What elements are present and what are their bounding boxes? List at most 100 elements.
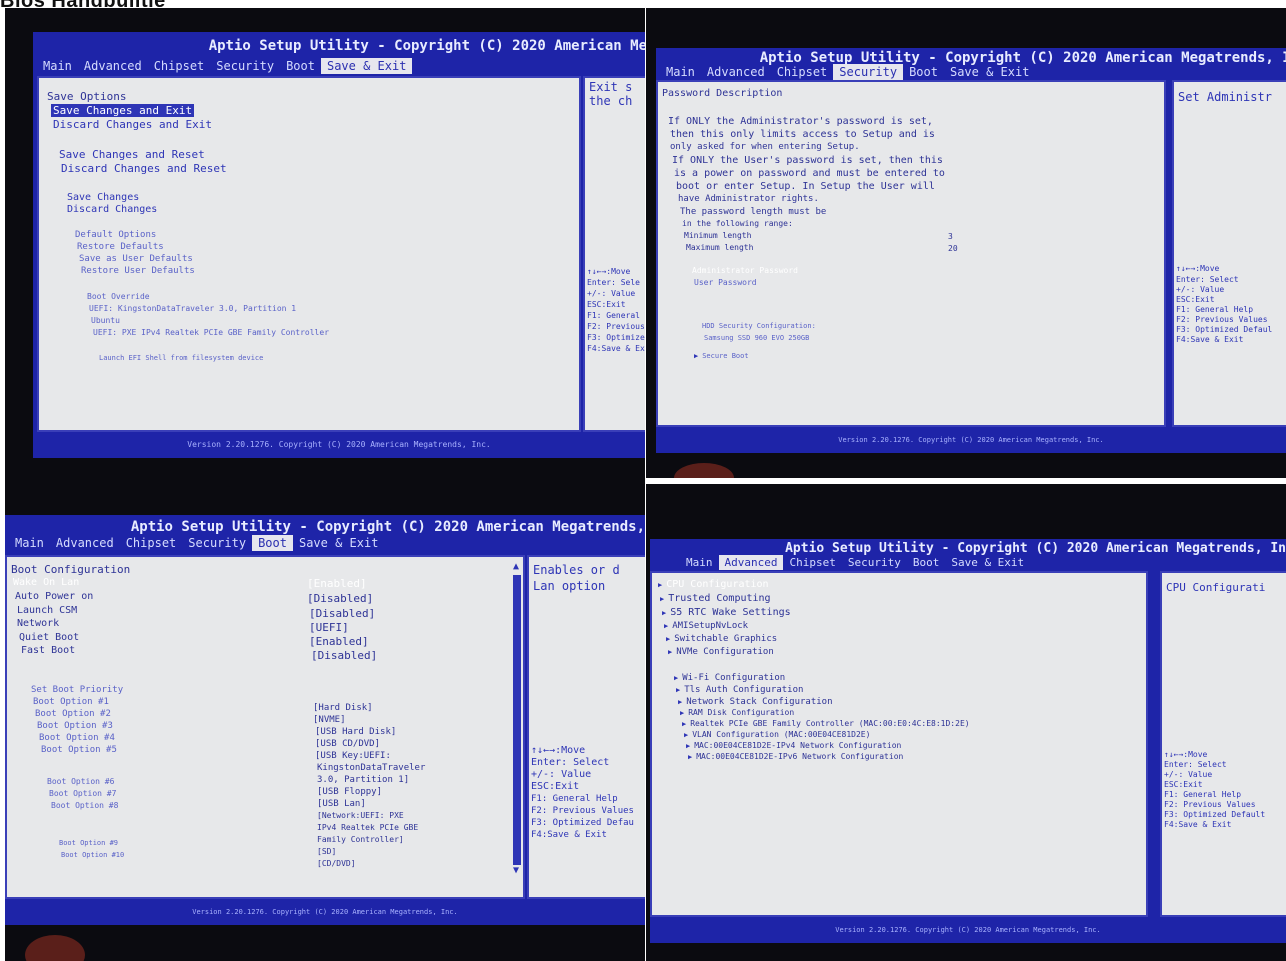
- tab-security[interactable]: Security: [182, 535, 252, 551]
- boot-option-label[interactable]: Boot Option #4: [39, 733, 115, 743]
- key-f1: F1: General Help: [531, 794, 618, 804]
- boot-option-value[interactable]: [USB CD/DVD]: [315, 739, 380, 749]
- tab-advanced[interactable]: Advanced: [50, 535, 120, 551]
- menu-realtek-controller[interactable]: Realtek PCIe GBE Family Controller (MAC:…: [682, 719, 969, 728]
- tab-main[interactable]: Main: [680, 555, 719, 570]
- menu-wifi-configuration[interactable]: Wi-Fi Configuration: [674, 673, 785, 683]
- boot-option-value[interactable]: [USB Key:UEFI:: [315, 751, 391, 761]
- menu-boot-ubuntu[interactable]: Ubuntu: [91, 316, 120, 325]
- menu-trusted-computing[interactable]: Trusted Computing: [660, 593, 770, 604]
- boot-option-value[interactable]: [NVME]: [313, 715, 346, 725]
- description-line: then this only limits access to Setup an…: [670, 129, 935, 140]
- section-save-options: Save Options: [47, 90, 127, 103]
- menu-vlan-configuration[interactable]: VLAN Configuration (MAC:00E04CE81D2E): [684, 730, 870, 739]
- boot-option-label[interactable]: Boot Option #1: [33, 697, 109, 707]
- menu-boot-pxe[interactable]: UEFI: PXE IPv4 Realtek PCIe GBE Family C…: [93, 328, 329, 337]
- boot-option-label[interactable]: Boot Option #6: [47, 777, 114, 786]
- boot-option-value[interactable]: [USB Hard Disk]: [315, 727, 396, 737]
- value-launch-csm[interactable]: [Disabled]: [309, 607, 375, 620]
- menu-s5-rtc-wake[interactable]: S5 RTC Wake Settings: [662, 607, 790, 618]
- hdd-device[interactable]: Samsung SSD 960 EVO 250GB: [704, 334, 809, 342]
- tab-security[interactable]: Security: [210, 58, 280, 74]
- menu-save-changes-exit[interactable]: Save Changes and Exit: [51, 104, 195, 117]
- boot-option-value[interactable]: [USB Floppy]: [317, 787, 382, 797]
- tab-chipset[interactable]: Chipset: [771, 64, 834, 80]
- tab-main[interactable]: Main: [660, 64, 701, 80]
- menu-wake-on-lan[interactable]: Wake On Lan: [13, 577, 79, 588]
- tab-boot[interactable]: Boot: [907, 555, 946, 570]
- scroll-up-icon[interactable]: ▲: [513, 561, 519, 572]
- menu-admin-password[interactable]: Administrator Password: [692, 266, 798, 275]
- menu-auto-power-on[interactable]: Auto Power on: [15, 591, 93, 602]
- tab-advanced[interactable]: Advanced: [78, 58, 148, 74]
- scroll-down-icon[interactable]: ▼: [513, 865, 519, 876]
- menu-switchable-graphics[interactable]: Switchable Graphics: [666, 634, 777, 644]
- menu-ipv4-network[interactable]: MAC:00E04CE81D2E-IPv4 Network Configurat…: [686, 741, 901, 750]
- tab-save-exit[interactable]: Save & Exit: [944, 64, 1035, 80]
- menu-cpu-configuration[interactable]: CPU Configuration: [658, 579, 768, 590]
- boot-option-value[interactable]: [Hard Disk]: [313, 703, 373, 713]
- help-text: Set Administr: [1178, 90, 1272, 104]
- boot-option-value[interactable]: [SD]: [317, 847, 336, 856]
- menu-network[interactable]: Network: [17, 618, 59, 629]
- tab-advanced[interactable]: Advanced: [718, 555, 784, 570]
- tab-advanced[interactable]: Advanced: [701, 64, 771, 80]
- boot-option-label[interactable]: Boot Option #10: [61, 851, 124, 859]
- menu-user-password[interactable]: User Password: [694, 278, 757, 287]
- tab-main[interactable]: Main: [9, 535, 50, 551]
- menu-discard-changes-exit[interactable]: Discard Changes and Exit: [53, 118, 212, 131]
- menu-save-user-defaults[interactable]: Save as User Defaults: [79, 254, 193, 264]
- scrollbar[interactable]: [513, 575, 521, 865]
- menu-tls-auth[interactable]: Tls Auth Configuration: [676, 685, 803, 695]
- menu-nvme-configuration[interactable]: NVMe Configuration: [668, 647, 774, 657]
- menu-launch-efi-shell[interactable]: Launch EFI Shell from filesystem device: [99, 354, 263, 362]
- menu-secure-boot[interactable]: Secure Boot: [694, 352, 748, 360]
- help-panel: Set Administr ↑↓←→:Move Enter: Select +/…: [1172, 80, 1286, 427]
- menu-ipv6-network[interactable]: MAC:00E04CE81D2E-IPv6 Network Configurat…: [688, 752, 903, 761]
- tab-chipset[interactable]: Chipset: [783, 555, 841, 570]
- description-line: is a power on password and must be enter…: [674, 168, 945, 179]
- tab-boot[interactable]: Boot: [280, 58, 321, 74]
- menu-ram-disk[interactable]: RAM Disk Configuration: [680, 708, 794, 717]
- tab-chipset[interactable]: Chipset: [120, 535, 183, 551]
- tab-save-exit[interactable]: Save & Exit: [945, 555, 1030, 570]
- menu-save-changes-reset[interactable]: Save Changes and Reset: [59, 148, 205, 161]
- menu-network-stack[interactable]: Network Stack Configuration: [678, 697, 832, 707]
- section-password-description: Password Description: [662, 88, 783, 99]
- boot-option-label[interactable]: Boot Option #3: [37, 721, 113, 731]
- menu-ami-setup-nvlock[interactable]: AMISetupNvLock: [664, 621, 748, 631]
- value-network[interactable]: [UEFI]: [309, 621, 349, 634]
- key-f4: F4:Save & Exit: [1176, 335, 1244, 344]
- menu-save-changes[interactable]: Save Changes: [67, 192, 139, 203]
- menu-launch-csm[interactable]: Launch CSM: [17, 605, 77, 616]
- tab-save-exit[interactable]: Save & Exit: [293, 535, 384, 551]
- tab-security[interactable]: Security: [833, 64, 904, 80]
- tab-boot[interactable]: Boot: [903, 64, 944, 80]
- menu-discard-changes-reset[interactable]: Discard Changes and Reset: [61, 162, 227, 175]
- boot-option-label[interactable]: Boot Option #5: [41, 745, 117, 755]
- menu-quiet-boot[interactable]: Quiet Boot: [19, 632, 79, 643]
- tab-save-exit[interactable]: Save & Exit: [320, 58, 413, 74]
- menu-boot-kingston[interactable]: UEFI: KingstonDataTraveler 3.0, Partitio…: [89, 304, 296, 313]
- boot-option-value[interactable]: [CD/DVD]: [317, 859, 356, 868]
- value-quiet-boot[interactable]: [Enabled]: [309, 635, 369, 648]
- value-wake-on-lan[interactable]: [Enabled]: [307, 577, 367, 590]
- menu-restore-user-defaults[interactable]: Restore User Defaults: [81, 266, 195, 276]
- description-line: If ONLY the Administrator's password is …: [668, 116, 933, 127]
- tab-chipset[interactable]: Chipset: [148, 58, 211, 74]
- value-fast-boot[interactable]: [Disabled]: [311, 649, 377, 662]
- boot-option-value-cont: 3.0, Partition 1]: [317, 775, 410, 785]
- menu-restore-defaults[interactable]: Restore Defaults: [77, 242, 164, 252]
- boot-option-label[interactable]: Boot Option #8: [51, 801, 118, 810]
- boot-option-label[interactable]: Boot Option #2: [35, 709, 111, 719]
- menu-discard-changes[interactable]: Discard Changes: [67, 204, 157, 215]
- boot-option-label[interactable]: Boot Option #9: [59, 839, 118, 847]
- menu-fast-boot[interactable]: Fast Boot: [21, 645, 75, 656]
- tab-security[interactable]: Security: [842, 555, 907, 570]
- value-auto-power-on[interactable]: [Disabled]: [307, 592, 373, 605]
- boot-option-value[interactable]: [USB Lan]: [317, 799, 366, 809]
- boot-option-label[interactable]: Boot Option #7: [49, 789, 116, 798]
- tab-boot[interactable]: Boot: [252, 535, 293, 551]
- tab-main[interactable]: Main: [37, 58, 78, 74]
- boot-option-value[interactable]: [Network:UEFI: PXE: [317, 811, 404, 820]
